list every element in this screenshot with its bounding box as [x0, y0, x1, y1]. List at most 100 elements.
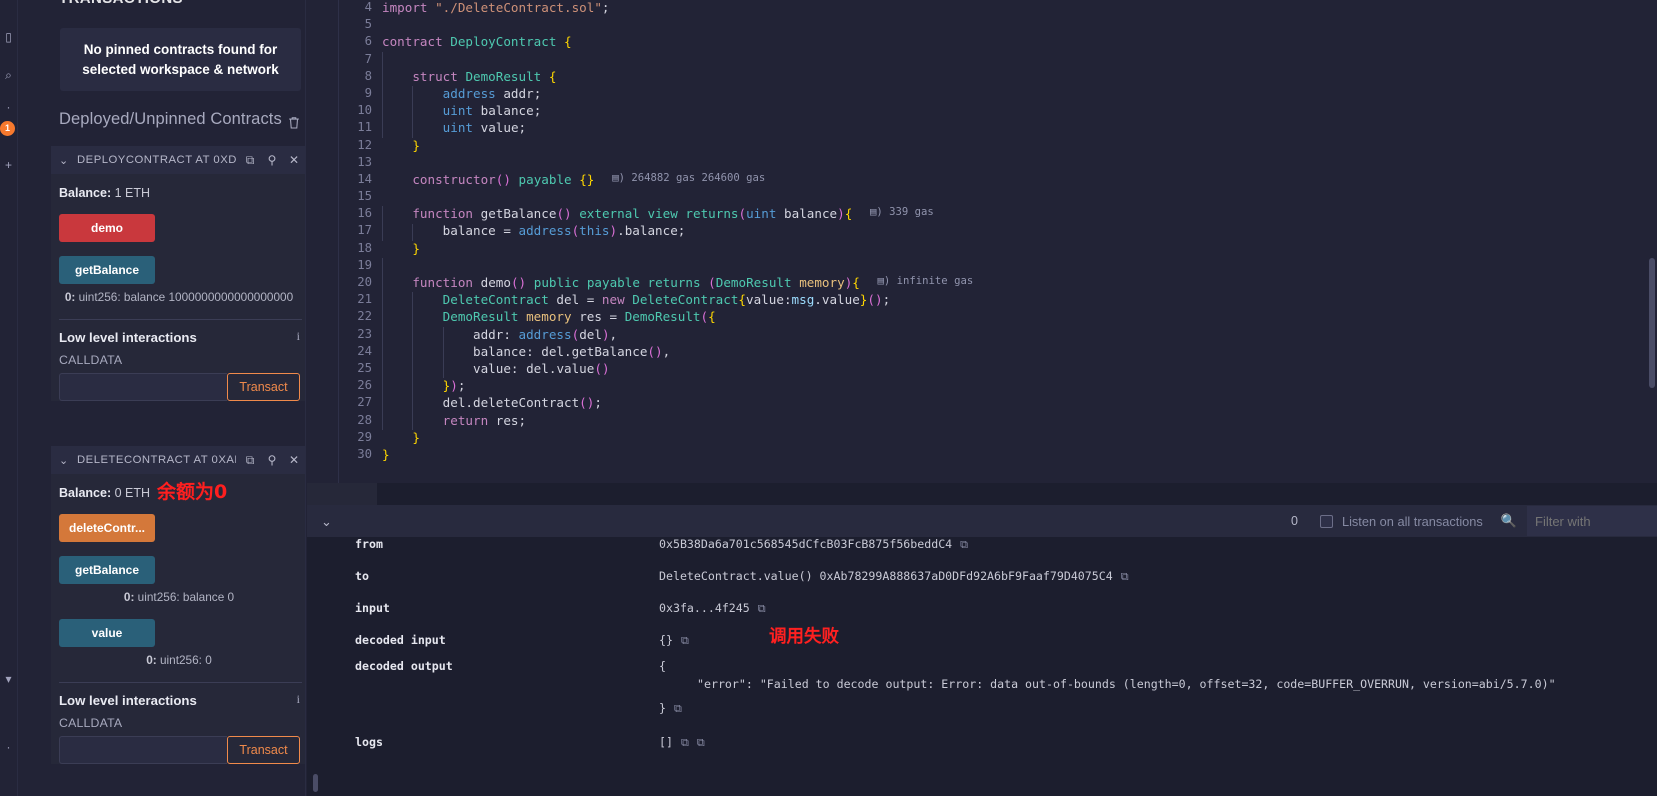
- detail-key: logs: [355, 735, 383, 749]
- calldata-label: CALLDATA: [59, 353, 306, 367]
- listen-all-transactions-checkbox[interactable]: [1320, 515, 1333, 528]
- code-line: 26 });: [307, 378, 1657, 395]
- gas-estimate: ▤) 339 gas: [870, 206, 934, 218]
- line-number: 30: [307, 447, 372, 461]
- compiler-icon[interactable]: ·: [1, 100, 16, 114]
- code-line: 11 uint value;: [307, 120, 1657, 137]
- copy-icon[interactable]: ⧉: [681, 634, 689, 647]
- line-number: 14: [307, 172, 372, 186]
- detail-value: "error": "Failed to decode output: Error…: [697, 677, 1556, 691]
- transact-button[interactable]: Transact: [227, 373, 300, 401]
- line-number: 24: [307, 344, 372, 358]
- line-content: balance: del.getBalance(),: [382, 344, 670, 359]
- code-line: 10 uint balance;: [307, 103, 1657, 120]
- function-button-demo[interactable]: demo: [59, 214, 155, 242]
- indent-guide: [412, 292, 413, 309]
- copy-icon[interactable]: ⧉: [1121, 570, 1129, 583]
- function-button-getbalance[interactable]: getBalance: [59, 556, 155, 584]
- plugin-manager-icon[interactable]: +: [1, 158, 16, 172]
- info-icon[interactable]: i: [297, 329, 300, 344]
- copy-icon[interactable]: ⧉: [681, 736, 689, 749]
- function-button-deletecontract[interactable]: deleteContr...: [59, 514, 155, 542]
- detail-row: logs[]⧉⧉: [307, 735, 1657, 767]
- detail-value: []⧉⧉: [659, 735, 705, 750]
- copy-icon[interactable]: ⧉: [758, 602, 766, 615]
- chevron-down-icon[interactable]: ⌄: [59, 154, 71, 167]
- calldata-input[interactable]: [59, 736, 227, 764]
- copy-icon[interactable]: ⧉: [697, 736, 705, 749]
- editor-scrollbar[interactable]: [1649, 258, 1655, 388]
- divider: [59, 682, 302, 683]
- gas-estimate: ▤) infinite gas: [878, 275, 974, 287]
- contract-card-header[interactable]: ⌄ DELETECONTRACT AT 0XAB ⧉ ⚲ ✕: [51, 446, 306, 474]
- filter-input[interactable]: [1527, 506, 1657, 536]
- balance-label: Balance:: [59, 186, 111, 200]
- double-chevron-down-icon[interactable]: ⌄: [321, 515, 332, 528]
- copy-icon[interactable]: ⧉: [960, 538, 968, 551]
- contract-title: DELETECONTRACT AT 0XAB: [77, 454, 236, 466]
- help-icon[interactable]: ·: [1, 740, 16, 754]
- settings-icon[interactable]: ▾: [1, 672, 16, 686]
- indent-guide: [412, 413, 413, 430]
- copy-icon[interactable]: ⧉: [674, 702, 682, 715]
- line-number: 23: [307, 327, 372, 341]
- calldata-input[interactable]: [59, 373, 227, 401]
- line-content: struct DemoResult {: [382, 69, 556, 84]
- terminal-scrollbar[interactable]: [313, 774, 318, 792]
- indent-guide: [382, 344, 383, 361]
- code-line: 6contract DeployContract {: [307, 34, 1657, 51]
- line-content: constructor() payable {}: [382, 172, 594, 187]
- indent-guide: [382, 86, 383, 103]
- pin-icon[interactable]: ⚲: [264, 453, 280, 467]
- code-line: 12 }: [307, 138, 1657, 155]
- line-number: 6: [307, 34, 372, 48]
- code-line: 21 DeleteContract del = new DeleteContra…: [307, 292, 1657, 309]
- contract-card-deploycontract: ⌄ DEPLOYCONTRACT AT 0XD4 ⧉ ⚲ ✕ Balance: …: [51, 146, 306, 401]
- search-panel-icon[interactable]: ⌕: [1, 68, 16, 82]
- line-number: 8: [307, 69, 372, 83]
- file-explorer-icon[interactable]: ▯: [1, 30, 16, 44]
- indent-guide: [412, 310, 413, 327]
- detail-row: toDeleteContract.value() 0xAb78299A88863…: [307, 569, 1657, 601]
- terminal-tab-stub[interactable]: [307, 483, 377, 505]
- close-icon[interactable]: ✕: [286, 453, 302, 467]
- code-line: 25 value: del.value(): [307, 361, 1657, 378]
- indent-guide: [382, 52, 383, 69]
- code-line: 7: [307, 52, 1657, 69]
- function-button-getbalance[interactable]: getBalance: [59, 256, 155, 284]
- line-number: 13: [307, 155, 372, 169]
- pinned-contracts-empty: No pinned contracts found for selected w…: [60, 28, 301, 91]
- detail-value: 0x3fa...4f245⧉: [659, 601, 766, 616]
- detail-row: from0x5B38Da6a701c568545dCfcB03FcB875f56…: [307, 537, 1657, 569]
- code-line: 19: [307, 258, 1657, 275]
- search-icon[interactable]: 🔍: [1501, 513, 1517, 529]
- contract-card-header[interactable]: ⌄ DEPLOYCONTRACT AT 0XD4 ⧉ ⚲ ✕: [51, 146, 306, 174]
- line-number: 26: [307, 378, 372, 392]
- deployed-contracts-header: Deployed/Unpinned Contracts: [59, 110, 282, 129]
- indent-guide: [412, 378, 413, 395]
- indent-guide: [382, 327, 383, 344]
- info-icon[interactable]: i: [297, 692, 300, 707]
- line-number: 4: [307, 0, 372, 14]
- trash-icon[interactable]: [287, 116, 301, 130]
- code-editor[interactable]: 4import "./DeleteContract.sol";56contrac…: [307, 0, 1657, 483]
- indent-guide: [443, 327, 444, 344]
- pin-icon[interactable]: ⚲: [264, 153, 280, 167]
- transact-button[interactable]: Transact: [227, 736, 300, 764]
- indent-guide: [382, 258, 383, 275]
- line-content: }: [382, 138, 420, 153]
- code-line: 28 return res;: [307, 413, 1657, 430]
- copy-address-icon[interactable]: ⧉: [242, 153, 258, 168]
- function-button-value[interactable]: value: [59, 619, 155, 647]
- code-line: 24 balance: del.getBalance(),: [307, 344, 1657, 361]
- balance-value: 1 ETH: [115, 186, 150, 200]
- annotation-balance-zero: 余额为0: [157, 477, 227, 504]
- chevron-down-icon[interactable]: ⌄: [59, 454, 71, 467]
- listen-all-transactions-label: Listen on all transactions: [1342, 514, 1483, 529]
- indent-guide: [412, 396, 413, 413]
- copy-address-icon[interactable]: ⧉: [242, 453, 258, 468]
- line-number: 28: [307, 413, 372, 427]
- indent-guide: [412, 103, 413, 120]
- line-content: });: [382, 378, 465, 393]
- close-icon[interactable]: ✕: [286, 153, 302, 167]
